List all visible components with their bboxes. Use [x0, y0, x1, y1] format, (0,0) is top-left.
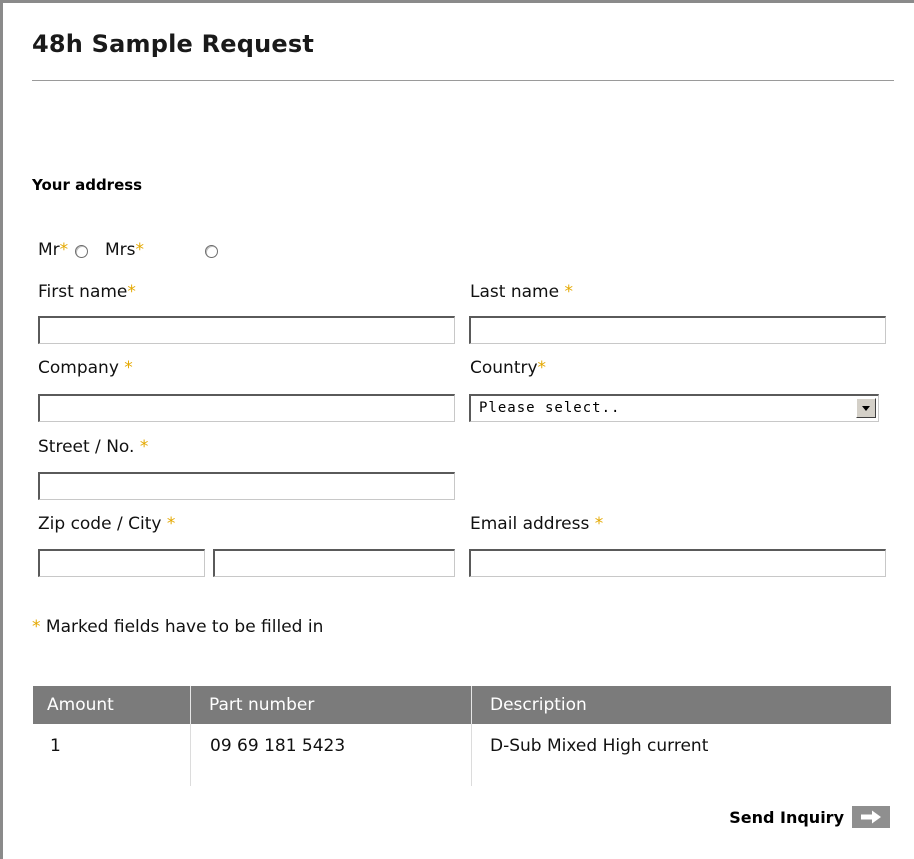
email-field[interactable] [469, 549, 886, 577]
mr-radio[interactable] [75, 245, 88, 258]
zip-code-field[interactable] [38, 549, 205, 577]
street-field[interactable] [38, 472, 455, 500]
column-divider [190, 686, 191, 724]
column-header-description: Description [490, 695, 587, 715]
column-divider [471, 724, 472, 786]
required-star: * [166, 514, 176, 534]
page-title: 48h Sample Request [32, 30, 315, 58]
required-star: * [139, 437, 149, 457]
required-note: * Marked fields have to be filled in [32, 617, 324, 637]
column-header-amount: Amount [47, 695, 114, 715]
country-select[interactable]: Please select.. [469, 394, 879, 422]
column-divider [190, 724, 191, 786]
section-title: Your address [32, 176, 143, 194]
zip-city-label: Zip code / City * [38, 514, 176, 534]
arrow-right-icon [852, 806, 890, 828]
city-field[interactable] [213, 549, 455, 577]
company-label: Company * [38, 358, 133, 378]
required-star: * [594, 514, 604, 534]
country-selected-value: Please select.. [479, 400, 621, 416]
email-label: Email address * [470, 514, 604, 534]
last-name-label: Last name * [470, 282, 573, 302]
mrs-radio[interactable] [205, 245, 218, 258]
column-divider [471, 686, 472, 724]
cell-amount: 1 [50, 736, 61, 756]
mrs-label: Mrs* [105, 240, 145, 260]
required-star: * [32, 617, 41, 637]
table-header: Amount Part number Description [33, 686, 891, 724]
street-label: Street / No. * [38, 437, 149, 457]
column-header-part-number: Part number [209, 695, 315, 715]
required-star: * [59, 240, 69, 260]
form-panel [0, 0, 914, 859]
cell-part-number: 09 69 181 5423 [210, 736, 346, 756]
mr-label: Mr* [38, 240, 69, 260]
required-star: * [127, 282, 136, 302]
send-inquiry-label: Send Inquiry [729, 807, 844, 827]
send-inquiry-button[interactable]: Send Inquiry [729, 806, 890, 828]
chevron-down-icon[interactable] [856, 398, 876, 418]
last-name-field[interactable] [469, 316, 886, 344]
required-star: * [124, 358, 133, 378]
country-label: Country* [470, 358, 547, 378]
required-star: * [564, 282, 573, 302]
required-star: * [537, 358, 547, 378]
first-name-label: First name* [38, 282, 136, 302]
title-divider [32, 80, 894, 81]
cell-description: D-Sub Mixed High current [490, 736, 709, 756]
required-star: * [135, 240, 145, 260]
company-field[interactable] [38, 394, 455, 422]
first-name-field[interactable] [38, 316, 455, 344]
